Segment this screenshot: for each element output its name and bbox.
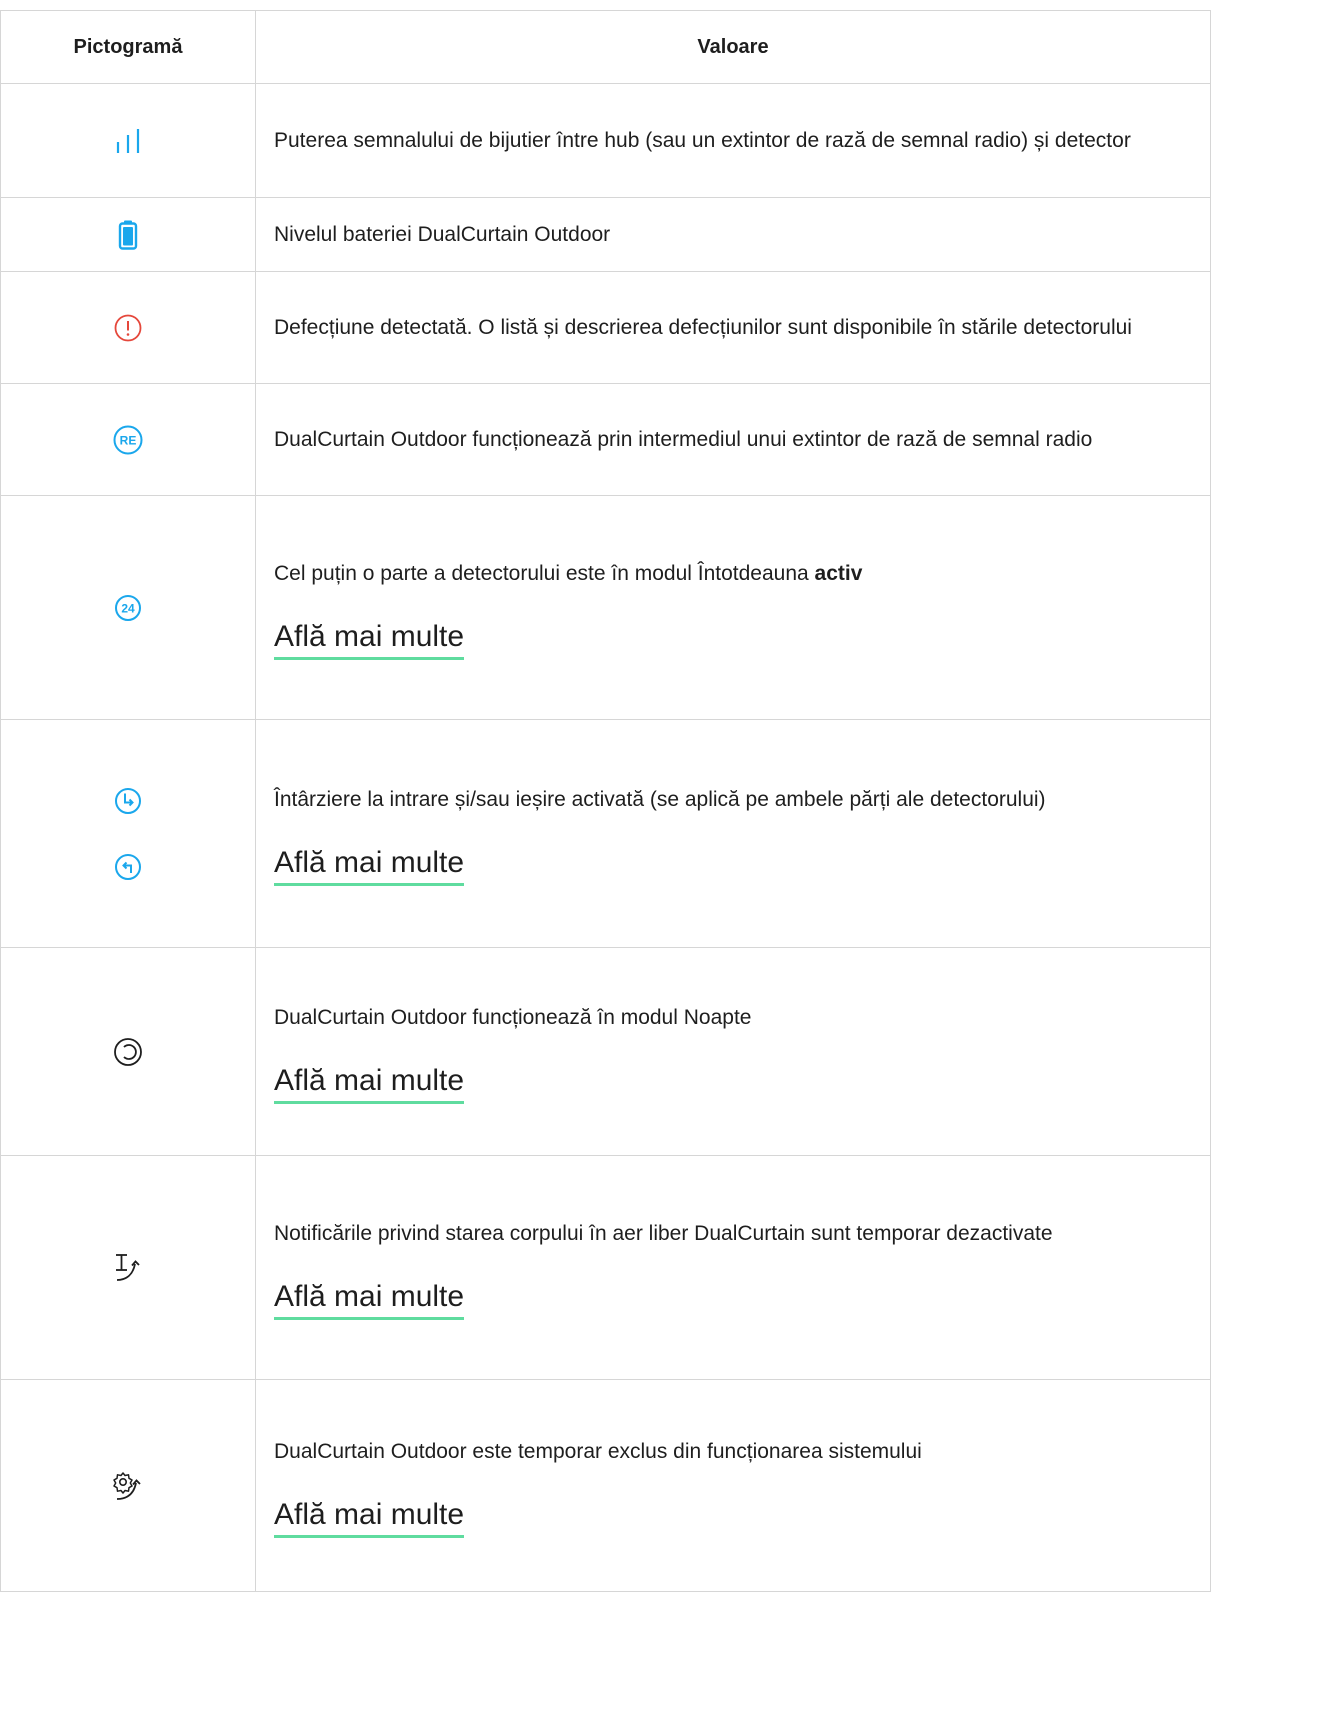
- table-row: Defecțiune detectată. O listă și descrie…: [0, 271, 1211, 384]
- row-description: Defecțiune detectată. O listă și descrie…: [255, 271, 1211, 384]
- learn-more-link[interactable]: Află mai multe: [274, 620, 465, 660]
- night-mode-icon: [112, 1036, 144, 1068]
- row-description: DualCurtain Outdoor este temporar exclus…: [274, 1439, 922, 1463]
- row-description: DualCurtain Outdoor funcționează în modu…: [274, 1005, 752, 1029]
- row-description: DualCurtain Outdoor funcționează prin in…: [255, 383, 1211, 496]
- signal-strength-icon: [113, 127, 143, 155]
- range-extender-icon: RE: [112, 424, 144, 456]
- table-row: Întârziere la intrare și/sau ieșire acti…: [0, 719, 1211, 948]
- row-description: Puterea semnalului de bijutier între hub…: [255, 83, 1211, 198]
- header-icon-column: Pictogramă: [0, 10, 256, 84]
- exit-delay-icon: [113, 852, 143, 882]
- table-row: RE DualCurtain Outdoor funcționează prin…: [0, 383, 1211, 496]
- header-value-column: Valoare: [255, 10, 1211, 84]
- svg-text:RE: RE: [120, 433, 137, 447]
- table-row: DualCurtain Outdoor funcționează în modu…: [0, 947, 1211, 1156]
- learn-more-link[interactable]: Află mai multe: [274, 1498, 465, 1538]
- battery-icon: [118, 220, 138, 250]
- learn-more-link[interactable]: Află mai multe: [274, 846, 465, 886]
- always-active-icon: 24: [113, 593, 143, 623]
- icons-table: Pictogramă Valoare Puterea semnalului de…: [0, 10, 1211, 1592]
- row-description: Notificările privind starea corpului în …: [274, 1221, 1053, 1245]
- entry-delay-icon: [113, 786, 143, 816]
- table-row: Puterea semnalului de bijutier între hub…: [0, 83, 1211, 198]
- table-row: DualCurtain Outdoor este temporar exclus…: [0, 1379, 1211, 1592]
- row-description: Nivelul bateriei DualCurtain Outdoor: [255, 197, 1211, 272]
- row-description: Cel puțin o parte a detectorului este în…: [274, 561, 863, 585]
- learn-more-link[interactable]: Află mai multe: [274, 1064, 465, 1104]
- table-header-row: Pictogramă Valoare: [0, 10, 1211, 84]
- device-deactivated-icon: [110, 1470, 146, 1502]
- malfunction-icon: [113, 313, 143, 343]
- svg-text:24: 24: [121, 601, 135, 615]
- row-description: Întârziere la intrare și/sau ieșire acti…: [274, 787, 1046, 811]
- table-row: Nivelul bateriei DualCurtain Outdoor: [0, 197, 1211, 272]
- table-row: 24 Cel puțin o parte a detectorului este…: [0, 495, 1211, 720]
- table-row: Notificările privind starea corpului în …: [0, 1155, 1211, 1380]
- learn-more-link[interactable]: Află mai multe: [274, 1280, 465, 1320]
- lid-notifications-off-icon: [111, 1252, 145, 1284]
